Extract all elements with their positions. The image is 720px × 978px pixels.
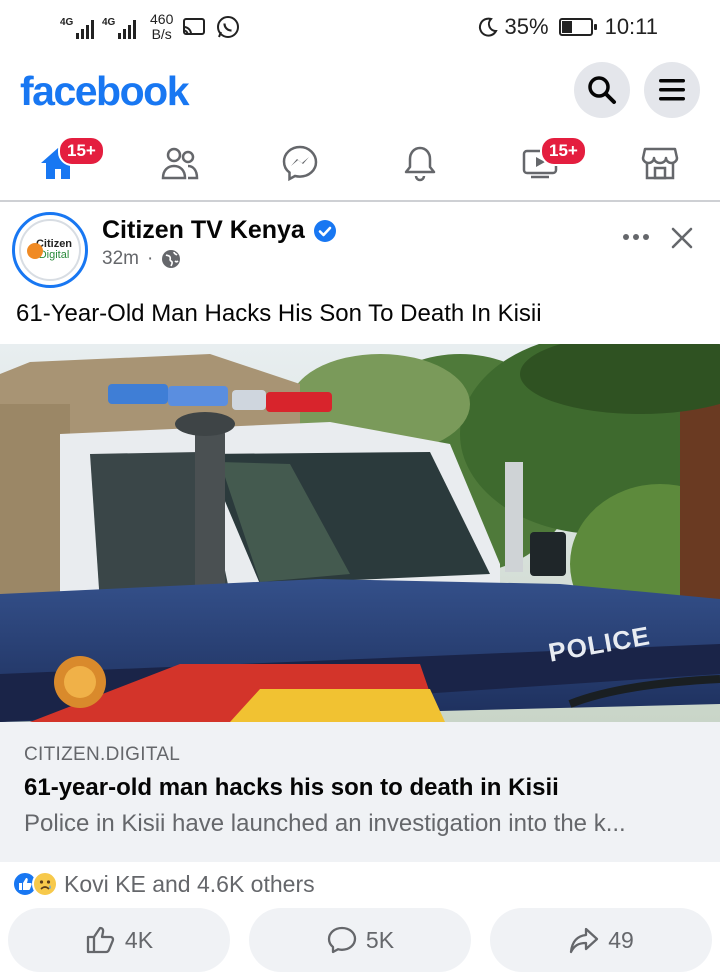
- meta-separator: ·: [146, 248, 154, 269]
- like-count: 4K: [124, 926, 154, 953]
- cast-icon: [183, 18, 206, 35]
- tab-video[interactable]: 15+: [510, 136, 587, 188]
- network-type-2: 4G: [102, 17, 116, 28]
- link-title: 61-year-old man hacks his son to death i…: [24, 774, 559, 801]
- post-text: 61-Year-Old Man Hacks His Son To Death I…: [16, 300, 542, 327]
- tab-notifications[interactable]: [390, 138, 450, 188]
- citizen-logo-mark: [27, 243, 43, 259]
- post-image[interactable]: POLICE: [0, 344, 720, 722]
- verified-badge-icon: [313, 219, 336, 242]
- battery-icon: [558, 18, 597, 36]
- page-name[interactable]: Citizen TV Kenya: [102, 216, 305, 245]
- comment-button[interactable]: 5K: [249, 908, 471, 972]
- share-count: 49: [608, 926, 634, 953]
- tab-friends[interactable]: [150, 138, 210, 188]
- clock: 10:11: [604, 14, 658, 39]
- marketplace-icon: [641, 147, 679, 180]
- signal-icon-2: 4G: [102, 15, 136, 39]
- share-button[interactable]: 49: [490, 908, 712, 972]
- moon-icon: [478, 17, 498, 37]
- app-header: facebook: [0, 56, 720, 126]
- link-description: Police in Kisii have launched an investi…: [24, 810, 626, 837]
- avatar-logo: Citizen Digital: [19, 219, 81, 281]
- thumbs-up-icon: [86, 926, 115, 954]
- battery-percent: 35%: [504, 14, 549, 39]
- link-preview[interactable]: CITIZEN.DIGITAL 61-year-old man hacks hi…: [0, 722, 720, 862]
- network-speed: 460 B/s: [150, 12, 173, 42]
- page-name-row: Citizen TV Kenya: [102, 216, 337, 245]
- signal-icon: 4G: [60, 15, 94, 39]
- menu-button[interactable]: [644, 62, 700, 118]
- status-bar: 4G 4G 460 B/s 35% 10:11: [0, 0, 720, 56]
- tab-home[interactable]: 15+: [28, 136, 105, 188]
- reactions-text: Kovi KE and 4.6K others: [64, 870, 315, 897]
- comment-count: 5K: [365, 926, 395, 953]
- sad-reaction-icon: [32, 871, 58, 897]
- more-options-button[interactable]: [616, 224, 656, 250]
- main-nav: 15+ 15+: [0, 126, 720, 202]
- tab-messenger[interactable]: [270, 138, 330, 188]
- messenger-icon: [282, 145, 318, 182]
- network-speed-unit: B/s: [151, 26, 172, 42]
- network-speed-value: 460: [150, 11, 174, 27]
- post-actions: 4K 5K 49: [0, 908, 720, 972]
- reactions-summary[interactable]: Kovi KE and 4.6K others: [12, 866, 315, 902]
- link-domain: CITIZEN.DIGITAL: [24, 744, 181, 765]
- friends-icon: [161, 147, 199, 180]
- comment-icon: [327, 926, 357, 954]
- like-button[interactable]: 4K: [8, 908, 230, 972]
- police-vehicle-photo: [0, 344, 720, 722]
- network-type-1: 4G: [60, 17, 74, 28]
- share-icon: [570, 927, 599, 954]
- video-badge: 15+: [540, 136, 587, 166]
- home-badge: 15+: [58, 136, 105, 166]
- globe-icon: [162, 250, 181, 268]
- search-button[interactable]: [574, 62, 630, 118]
- tab-marketplace[interactable]: [630, 138, 690, 188]
- page-avatar[interactable]: Citizen Digital: [12, 212, 88, 288]
- whatsapp-icon: [217, 16, 240, 38]
- notifications-icon: [404, 146, 436, 182]
- post-header: Citizen Digital Citizen TV Kenya 32m ·: [0, 204, 720, 296]
- facebook-logo[interactable]: facebook: [20, 68, 190, 115]
- close-icon[interactable]: [664, 220, 700, 256]
- post-meta: 32m ·: [102, 248, 181, 270]
- post-time[interactable]: 32m: [102, 248, 139, 270]
- hamburger-icon: [659, 79, 685, 101]
- avatar-text-2: Digital: [38, 249, 70, 261]
- status-left: 4G 4G 460 B/s: [60, 12, 241, 42]
- search-icon: [588, 76, 616, 104]
- status-right: 35% 10:11: [477, 14, 658, 40]
